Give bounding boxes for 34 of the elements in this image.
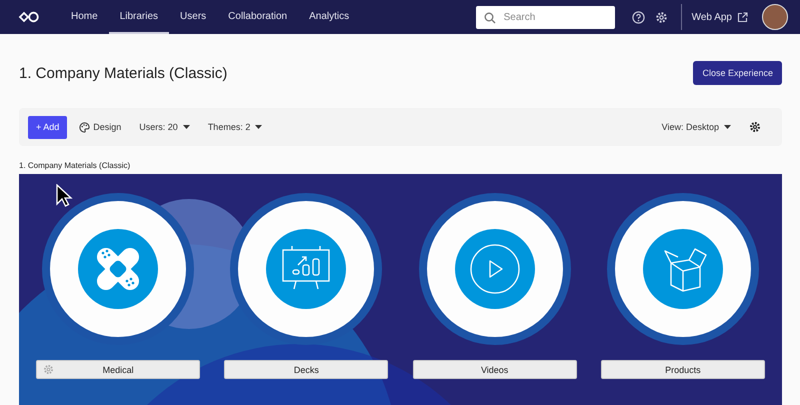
add-button[interactable]: + Add xyxy=(28,116,68,138)
search-icon xyxy=(484,12,496,24)
caret-icon xyxy=(255,125,262,129)
box-icon xyxy=(642,229,723,309)
users-dropdown[interactable]: Users: 20 xyxy=(139,122,190,132)
design-button[interactable]: Design xyxy=(93,122,122,132)
view-dropdown[interactable]: View: Desktop xyxy=(662,122,731,132)
logo-icon[interactable] xyxy=(18,11,40,23)
section-caption: 1. Company Materials (Classic) xyxy=(19,161,132,170)
presentation-chart-icon xyxy=(266,229,346,309)
category-button[interactable]: Medical xyxy=(36,360,200,379)
play-icon xyxy=(454,229,535,309)
settings-icon[interactable] xyxy=(749,121,761,133)
nav-tab[interactable]: Libraries xyxy=(108,0,170,34)
nav-tab[interactable]: Users xyxy=(169,0,218,34)
external-link-icon[interactable] xyxy=(737,12,748,22)
caret-icon xyxy=(724,125,731,129)
bandage-icon xyxy=(78,229,158,309)
help-icon[interactable] xyxy=(632,10,645,24)
web-app-link[interactable]: Web App xyxy=(692,12,732,22)
nav-tab[interactable]: Collaboration xyxy=(217,0,298,34)
category-button[interactable]: Products xyxy=(600,360,765,379)
cursor-icon xyxy=(56,184,74,208)
nav-tab[interactable]: Analytics xyxy=(298,0,360,34)
search-field[interactable]: Search xyxy=(476,6,615,28)
themes-dropdown[interactable]: Themes: 2 xyxy=(208,122,262,132)
page-title: 1. Company Materials (Classic) xyxy=(19,64,228,82)
close-experience-button[interactable]: Close Experience xyxy=(693,61,782,85)
palette-icon[interactable] xyxy=(79,122,90,132)
nav-tab[interactable]: Home xyxy=(60,0,109,34)
caret-icon xyxy=(182,125,190,129)
category-button[interactable]: Videos xyxy=(412,360,577,379)
category-button[interactable]: Decks xyxy=(224,360,388,379)
avatar[interactable] xyxy=(762,4,788,30)
